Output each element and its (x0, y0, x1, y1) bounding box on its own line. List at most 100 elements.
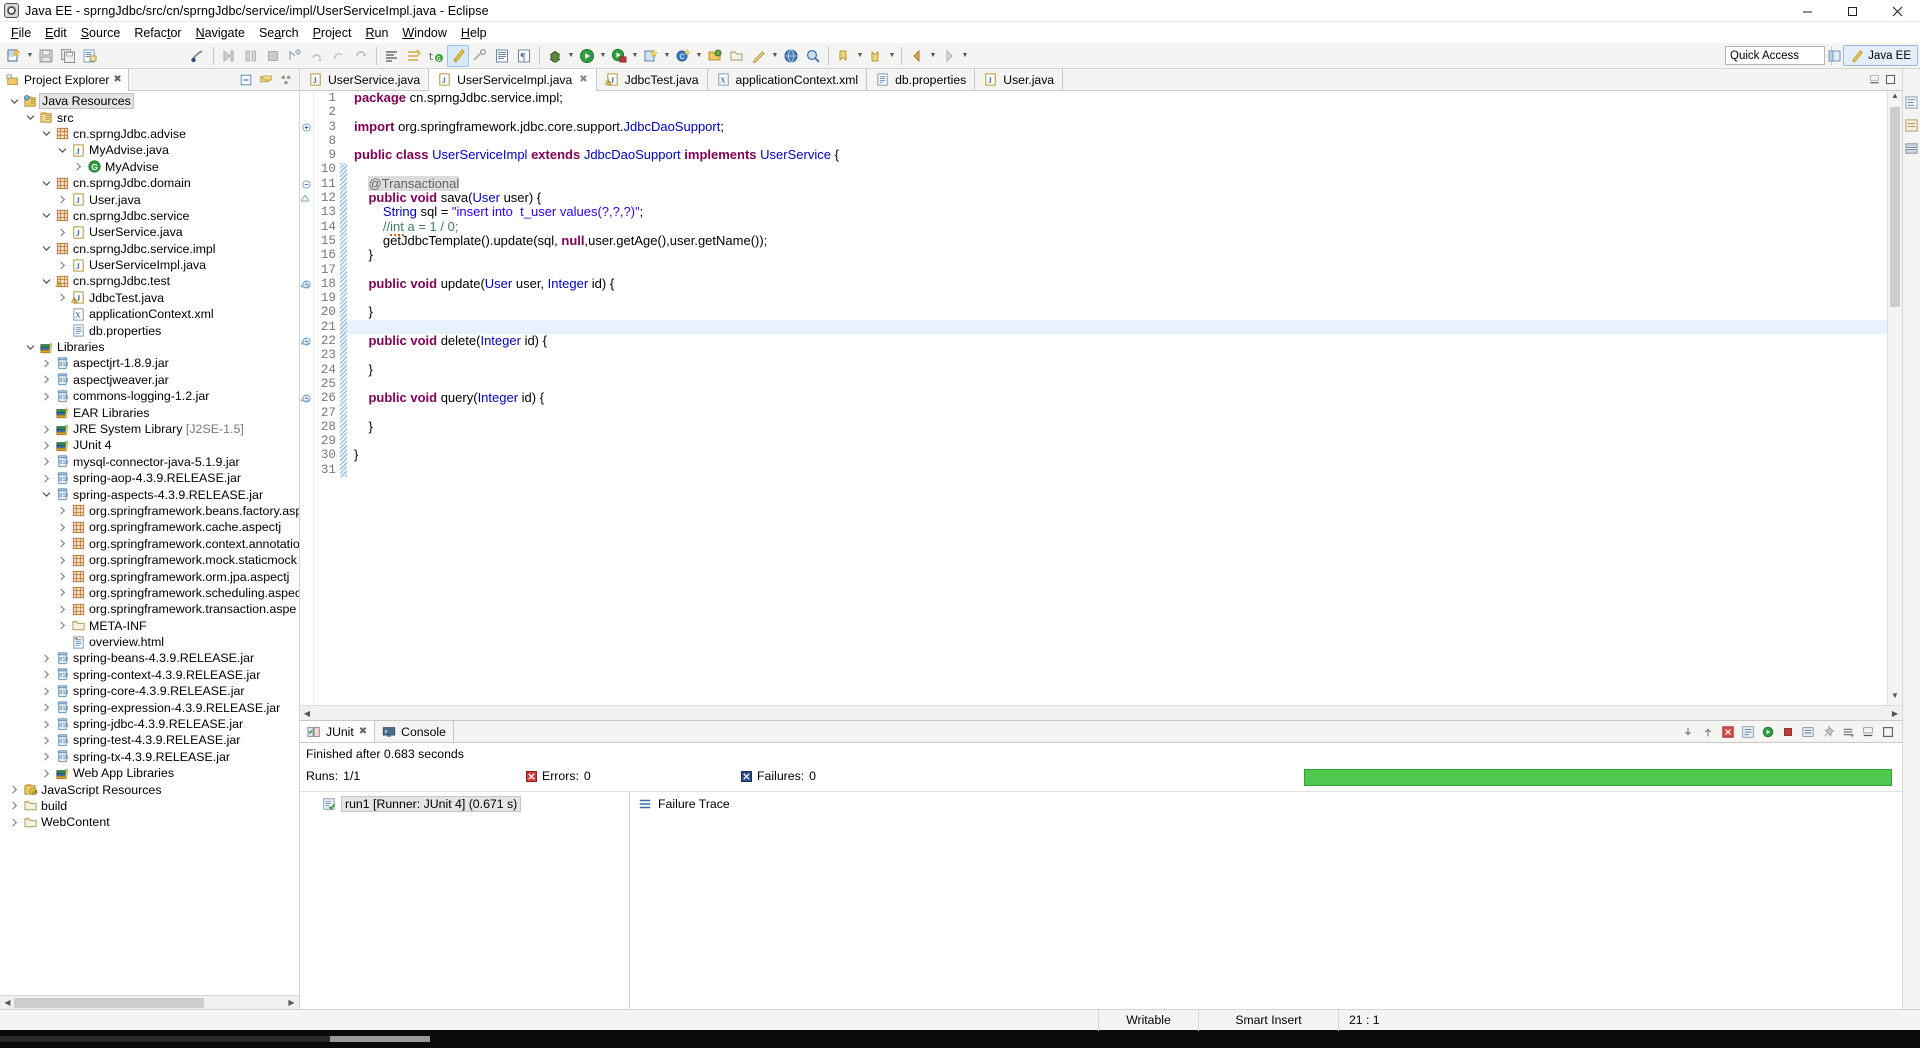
code-line[interactable]: @Transactional (347, 175, 1887, 191)
fold-marker[interactable] (300, 320, 313, 334)
tree-item-userservice-java[interactable]: J UserService.java (0, 224, 299, 240)
explorer-scroll-thumb[interactable] (14, 998, 204, 1008)
tree-item-commons-logging-1-2-jar[interactable]: 010 commons-logging-1.2.jar (0, 388, 299, 404)
tree-item-myadvise[interactable]: G MyAdvise (0, 159, 299, 175)
open-perspective-icon[interactable] (1826, 46, 1844, 65)
fold-marker[interactable] (300, 305, 313, 319)
close-icon[interactable]: ✖ (113, 74, 121, 85)
run-server-dropdown-icon[interactable]: ▼ (630, 45, 640, 67)
outline-view-icon[interactable] (1904, 95, 1920, 111)
tree-item-overview-html[interactable]: overview.html (0, 634, 299, 650)
minimize-button[interactable] (1785, 0, 1830, 22)
junit-test-row[interactable]: run1 [Runner: JUnit 4] (0.671 s) (318, 795, 629, 813)
fold-marker[interactable] (300, 448, 313, 462)
editor-vscrollbar[interactable]: ▲ ▼ (1887, 91, 1902, 705)
tree-item-javascript-resources[interactable]: JS JavaScript Resources (0, 781, 299, 797)
rerun-failed-icon[interactable] (1759, 723, 1777, 741)
fold-marker[interactable] (300, 234, 313, 248)
tree-item-cn-sprngjdbc-advise[interactable]: cn.sprngJdbc.advise (0, 126, 299, 142)
tree-item-webcontent[interactable]: WebContent (0, 814, 299, 830)
code-line[interactable]: public void query(Integer id) { (347, 390, 1887, 405)
code-line[interactable]: } (347, 247, 1887, 262)
resume-icon[interactable] (328, 45, 350, 67)
code-line[interactable]: public void delete(Integer id) { (347, 333, 1887, 348)
java-perspective-icon[interactable] (447, 44, 469, 67)
menu-project[interactable]: Project (306, 24, 359, 42)
tree-item-junit-4[interactable]: JUnit 4 (0, 437, 299, 453)
terminate-icon[interactable] (262, 45, 284, 67)
tree-expand-arrow[interactable] (54, 519, 70, 535)
edit-icon[interactable] (748, 45, 770, 67)
code-line[interactable]: //int a = 1 / 0; (347, 218, 1887, 236)
run-icon[interactable] (576, 45, 598, 67)
tree-item-cn-sprngjdbc-domain[interactable]: cn.sprngJdbc.domain (0, 175, 299, 191)
code-line[interactable] (347, 406, 1887, 420)
explorer-hscrollbar[interactable]: ◀ ▶ (0, 995, 299, 1009)
step-into-icon[interactable] (240, 45, 262, 67)
new-class-dropdown-icon[interactable]: ▼ (694, 45, 704, 67)
junit-test-tree[interactable]: run1 [Runner: JUnit 4] (0.671 s) (300, 792, 630, 1009)
view-menu-icon[interactable] (277, 71, 295, 89)
fold-marker[interactable] (300, 291, 313, 305)
editor-tab-db-properties[interactable]: db.properties (867, 69, 976, 90)
run-dropdown-icon[interactable]: ▼ (598, 45, 608, 67)
tree-expand-arrow[interactable] (6, 93, 22, 109)
tree-expand-arrow[interactable] (54, 306, 70, 322)
toggle-breakpoint-icon[interactable] (381, 45, 403, 67)
menu-source[interactable]: Source (74, 24, 128, 42)
code-line[interactable]: public void sava(User user) { (347, 190, 1887, 205)
tree-item-spring-test-4-3-9-release-jar[interactable]: 010 spring-test-4.3.9.RELEASE.jar (0, 732, 299, 748)
tree-item-spring-aspects-4-3-9-release-jar[interactable]: 010 spring-aspects-4.3.9.RELEASE.jar (0, 486, 299, 502)
code-line[interactable] (347, 105, 1887, 119)
tree-item-jre-system-library[interactable]: JRE System Library [J2SE-1.5] (0, 421, 299, 437)
quick-access-input[interactable]: Quick Access (1725, 46, 1825, 65)
tree-expand-arrow[interactable] (54, 634, 70, 650)
tree-item-spring-beans-4-3-9-release-jar[interactable]: 010 spring-beans-4.3.9.RELEASE.jar (0, 650, 299, 666)
new-class-icon[interactable]: C (672, 45, 694, 67)
tree-item-web-app-libraries[interactable]: Web App Libraries (0, 765, 299, 781)
code-line[interactable] (347, 348, 1887, 362)
tree-item-cn-sprngjdbc-test[interactable]: cn.sprngJdbc.test (0, 273, 299, 289)
step-return-icon[interactable] (306, 45, 328, 67)
tree-expand-arrow[interactable] (54, 192, 70, 208)
tree-expand-arrow[interactable] (38, 454, 54, 470)
tree-item-jdbctest-java[interactable]: J JdbcTest.java (0, 290, 299, 306)
open-resource-icon[interactable] (704, 45, 726, 67)
code-line[interactable]: } (347, 419, 1887, 434)
tree-expand-arrow[interactable] (54, 536, 70, 552)
tree-expand-arrow[interactable] (54, 290, 70, 306)
tree-expand-arrow[interactable] (6, 814, 22, 830)
code-line[interactable]: } (347, 448, 1887, 463)
close-icon[interactable]: ✖ (359, 726, 367, 737)
tab-junit[interactable]: JUnit ✖ (300, 721, 376, 742)
tree-expand-arrow[interactable] (54, 142, 70, 158)
code-line[interactable]: public void update(User user, Integer id… (347, 276, 1887, 291)
open-type-icon[interactable]: tG (425, 45, 447, 67)
code-line[interactable] (347, 134, 1887, 148)
link-with-editor-icon[interactable] (257, 71, 275, 89)
menu-refactor[interactable]: Refactor (127, 24, 188, 42)
tree-expand-arrow[interactable] (38, 405, 54, 421)
menu-edit[interactable]: Edit (38, 24, 74, 42)
menu-help[interactable]: Help (454, 24, 494, 42)
tree-expand-arrow[interactable] (38, 388, 54, 404)
tree-item-meta-inf[interactable]: META-INF (0, 618, 299, 634)
history-icon[interactable] (1799, 723, 1817, 741)
fold-marker[interactable] (300, 420, 313, 434)
next-annotation-icon[interactable] (833, 45, 855, 67)
fold-marker[interactable] (300, 263, 313, 277)
editor-hscrollbar[interactable]: ◀ ▶ (300, 705, 1902, 720)
tree-item-user-java[interactable]: J User.java (0, 191, 299, 207)
tree-item-libraries[interactable]: Libraries (0, 339, 299, 355)
tree-expand-arrow[interactable] (54, 569, 70, 585)
tree-expand-arrow[interactable] (38, 667, 54, 683)
show-failures-only-icon[interactable] (1719, 723, 1737, 741)
new-project-dropdown-icon[interactable]: ▼ (662, 45, 672, 67)
fold-marker[interactable] (300, 248, 313, 262)
tree-item-org-springframework-context-annotatio[interactable]: org.springframework.context.annotatio (0, 536, 299, 552)
tree-item-spring-context-4-3-9-release-jar[interactable]: 010 spring-context-4.3.9.RELEASE.jar (0, 667, 299, 683)
forward-icon[interactable] (938, 45, 960, 67)
save-all-icon[interactable] (57, 45, 79, 67)
tree-expand-arrow[interactable] (38, 241, 54, 257)
tree-expand-arrow[interactable] (38, 175, 54, 191)
